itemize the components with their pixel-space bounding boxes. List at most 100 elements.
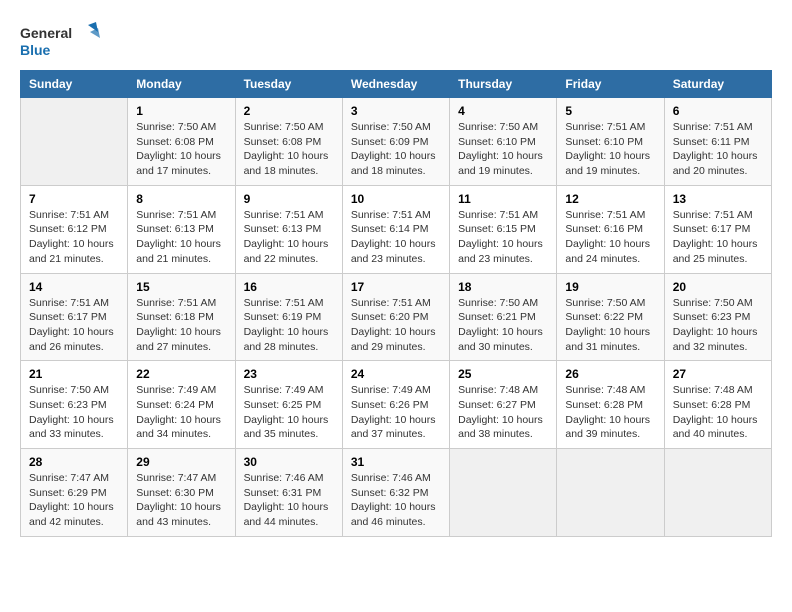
calendar-cell: 28Sunrise: 7:47 AMSunset: 6:29 PMDayligh… [21,449,128,537]
day-number: 13 [673,192,763,206]
svg-text:Blue: Blue [20,42,51,58]
day-number: 26 [565,367,655,381]
day-info: Sunrise: 7:50 AMSunset: 6:23 PMDaylight:… [29,383,119,442]
calendar-table: SundayMondayTuesdayWednesdayThursdayFrid… [20,70,772,537]
logo: General Blue [20,20,100,60]
calendar-cell [450,449,557,537]
calendar-cell: 17 Sunrise: 7:51 AMSunset: 6:20 PMDayligh… [342,273,449,361]
day-number: 18 [458,280,548,294]
calendar-cell: 31 Sunrise: 7:46 AMSunset: 6:32 PMDayligh… [342,449,449,537]
calendar-cell: 30 Sunrise: 7:46 AMSunset: 6:31 PMDayligh… [235,449,342,537]
calendar-cell: 19 Sunrise: 7:50 AMSunset: 6:22 PMDayligh… [557,273,664,361]
calendar-cell: 22 Sunrise: 7:49 AMSunset: 6:24 PMDayligh… [128,361,235,449]
calendar-cell [557,449,664,537]
calendar-cell: 18 Sunrise: 7:50 AMSunset: 6:21 PMDayligh… [450,273,557,361]
calendar-cell: 16 Sunrise: 7:51 AMSunset: 6:19 PMDayligh… [235,273,342,361]
column-header-friday: Friday [557,71,664,98]
day-info: Sunrise: 7:49 AMSunset: 6:26 PMDaylight:… [351,383,441,442]
day-info: Sunrise: 7:50 AMSunset: 6:22 PMDaylight:… [565,296,655,355]
day-info: Sunrise: 7:51 AMSunset: 6:19 PMDaylight:… [244,296,334,355]
day-number: 10 [351,192,441,206]
calendar-cell: 26 Sunrise: 7:48 AMSunset: 6:28 PMDayligh… [557,361,664,449]
day-info: Sunrise: 7:51 AMSunset: 6:17 PMDaylight:… [673,208,763,267]
calendar-week-5: 28Sunrise: 7:47 AMSunset: 6:29 PMDayligh… [21,449,772,537]
day-info: Sunrise: 7:51 AMSunset: 6:14 PMDaylight:… [351,208,441,267]
calendar-cell [21,98,128,186]
page-header: General Blue [20,20,772,60]
calendar-week-4: 21 Sunrise: 7:50 AMSunset: 6:23 PMDayligh… [21,361,772,449]
day-info: Sunrise: 7:50 AMSunset: 6:09 PMDaylight:… [351,120,441,179]
calendar-cell: 13 Sunrise: 7:51 AMSunset: 6:17 PMDayligh… [664,185,771,273]
column-header-sunday: Sunday [21,71,128,98]
day-info: Sunrise: 7:49 AMSunset: 6:24 PMDaylight:… [136,383,226,442]
calendar-cell: 7 Sunrise: 7:51 AMSunset: 6:12 PMDaylight… [21,185,128,273]
day-info: Sunrise: 7:51 AMSunset: 6:13 PMDaylight:… [136,208,226,267]
calendar-cell: 21 Sunrise: 7:50 AMSunset: 6:23 PMDayligh… [21,361,128,449]
day-number: 3 [351,104,441,118]
calendar-week-2: 7 Sunrise: 7:51 AMSunset: 6:12 PMDaylight… [21,185,772,273]
day-number: 20 [673,280,763,294]
day-info: Sunrise: 7:51 AMSunset: 6:11 PMDaylight:… [673,120,763,179]
calendar-cell: 8 Sunrise: 7:51 AMSunset: 6:13 PMDaylight… [128,185,235,273]
day-info: Sunrise: 7:51 AMSunset: 6:16 PMDaylight:… [565,208,655,267]
day-number: 21 [29,367,119,381]
day-number: 15 [136,280,226,294]
day-info: Sunrise: 7:50 AMSunset: 6:21 PMDaylight:… [458,296,548,355]
day-number: 8 [136,192,226,206]
day-number: 30 [244,455,334,469]
day-number: 17 [351,280,441,294]
day-number: 11 [458,192,548,206]
day-number: 22 [136,367,226,381]
day-number: 23 [244,367,334,381]
day-info: Sunrise: 7:51 AMSunset: 6:20 PMDaylight:… [351,296,441,355]
calendar-cell: 2 Sunrise: 7:50 AMSunset: 6:08 PMDaylight… [235,98,342,186]
day-info: Sunrise: 7:51 AMSunset: 6:10 PMDaylight:… [565,120,655,179]
day-info: Sunrise: 7:46 AMSunset: 6:32 PMDaylight:… [351,471,441,530]
day-info: Sunrise: 7:47 AMSunset: 6:30 PMDaylight:… [136,471,226,530]
calendar-cell: 5Sunrise: 7:51 AMSunset: 6:10 PMDaylight… [557,98,664,186]
day-number: 16 [244,280,334,294]
calendar-cell: 20 Sunrise: 7:50 AMSunset: 6:23 PMDayligh… [664,273,771,361]
day-info: Sunrise: 7:48 AMSunset: 6:28 PMDaylight:… [565,383,655,442]
day-number: 4 [458,104,548,118]
day-number: 2 [244,104,334,118]
calendar-cell: 27 Sunrise: 7:48 AMSunset: 6:28 PMDayligh… [664,361,771,449]
day-info: Sunrise: 7:50 AMSunset: 6:23 PMDaylight:… [673,296,763,355]
day-number: 14 [29,280,119,294]
calendar-header-row: SundayMondayTuesdayWednesdayThursdayFrid… [21,71,772,98]
column-header-tuesday: Tuesday [235,71,342,98]
calendar-cell: 12 Sunrise: 7:51 AMSunset: 6:16 PMDayligh… [557,185,664,273]
day-number: 19 [565,280,655,294]
calendar-cell: 25 Sunrise: 7:48 AMSunset: 6:27 PMDayligh… [450,361,557,449]
calendar-week-1: 1 Sunrise: 7:50 AMSunset: 6:08 PMDaylight… [21,98,772,186]
day-number: 25 [458,367,548,381]
calendar-cell: 10 Sunrise: 7:51 AMSunset: 6:14 PMDayligh… [342,185,449,273]
calendar-cell: 1 Sunrise: 7:50 AMSunset: 6:08 PMDaylight… [128,98,235,186]
day-number: 24 [351,367,441,381]
day-number: 1 [136,104,226,118]
day-info: Sunrise: 7:51 AMSunset: 6:18 PMDaylight:… [136,296,226,355]
calendar-cell: 15 Sunrise: 7:51 AMSunset: 6:18 PMDayligh… [128,273,235,361]
day-info: Sunrise: 7:46 AMSunset: 6:31 PMDaylight:… [244,471,334,530]
day-info: Sunrise: 7:50 AMSunset: 6:08 PMDaylight:… [136,120,226,179]
day-info: Sunrise: 7:51 AMSunset: 6:17 PMDaylight:… [29,296,119,355]
calendar-cell: 6Sunrise: 7:51 AMSunset: 6:11 PMDaylight… [664,98,771,186]
column-header-thursday: Thursday [450,71,557,98]
day-number: 31 [351,455,441,469]
day-info: Sunrise: 7:48 AMSunset: 6:27 PMDaylight:… [458,383,548,442]
calendar-cell: 9Sunrise: 7:51 AMSunset: 6:13 PMDaylight… [235,185,342,273]
day-info: Sunrise: 7:51 AMSunset: 6:12 PMDaylight:… [29,208,119,267]
day-info: Sunrise: 7:50 AMSunset: 6:10 PMDaylight:… [458,120,548,179]
day-number: 12 [565,192,655,206]
day-number: 27 [673,367,763,381]
calendar-cell: 11 Sunrise: 7:51 AMSunset: 6:15 PMDayligh… [450,185,557,273]
day-info: Sunrise: 7:50 AMSunset: 6:08 PMDaylight:… [244,120,334,179]
calendar-week-3: 14 Sunrise: 7:51 AMSunset: 6:17 PMDayligh… [21,273,772,361]
column-header-saturday: Saturday [664,71,771,98]
calendar-cell: 3 Sunrise: 7:50 AMSunset: 6:09 PMDaylight… [342,98,449,186]
day-info: Sunrise: 7:48 AMSunset: 6:28 PMDaylight:… [673,383,763,442]
day-info: Sunrise: 7:51 AMSunset: 6:15 PMDaylight:… [458,208,548,267]
column-header-wednesday: Wednesday [342,71,449,98]
day-number: 7 [29,192,119,206]
day-info: Sunrise: 7:47 AMSunset: 6:29 PMDaylight:… [29,471,119,530]
